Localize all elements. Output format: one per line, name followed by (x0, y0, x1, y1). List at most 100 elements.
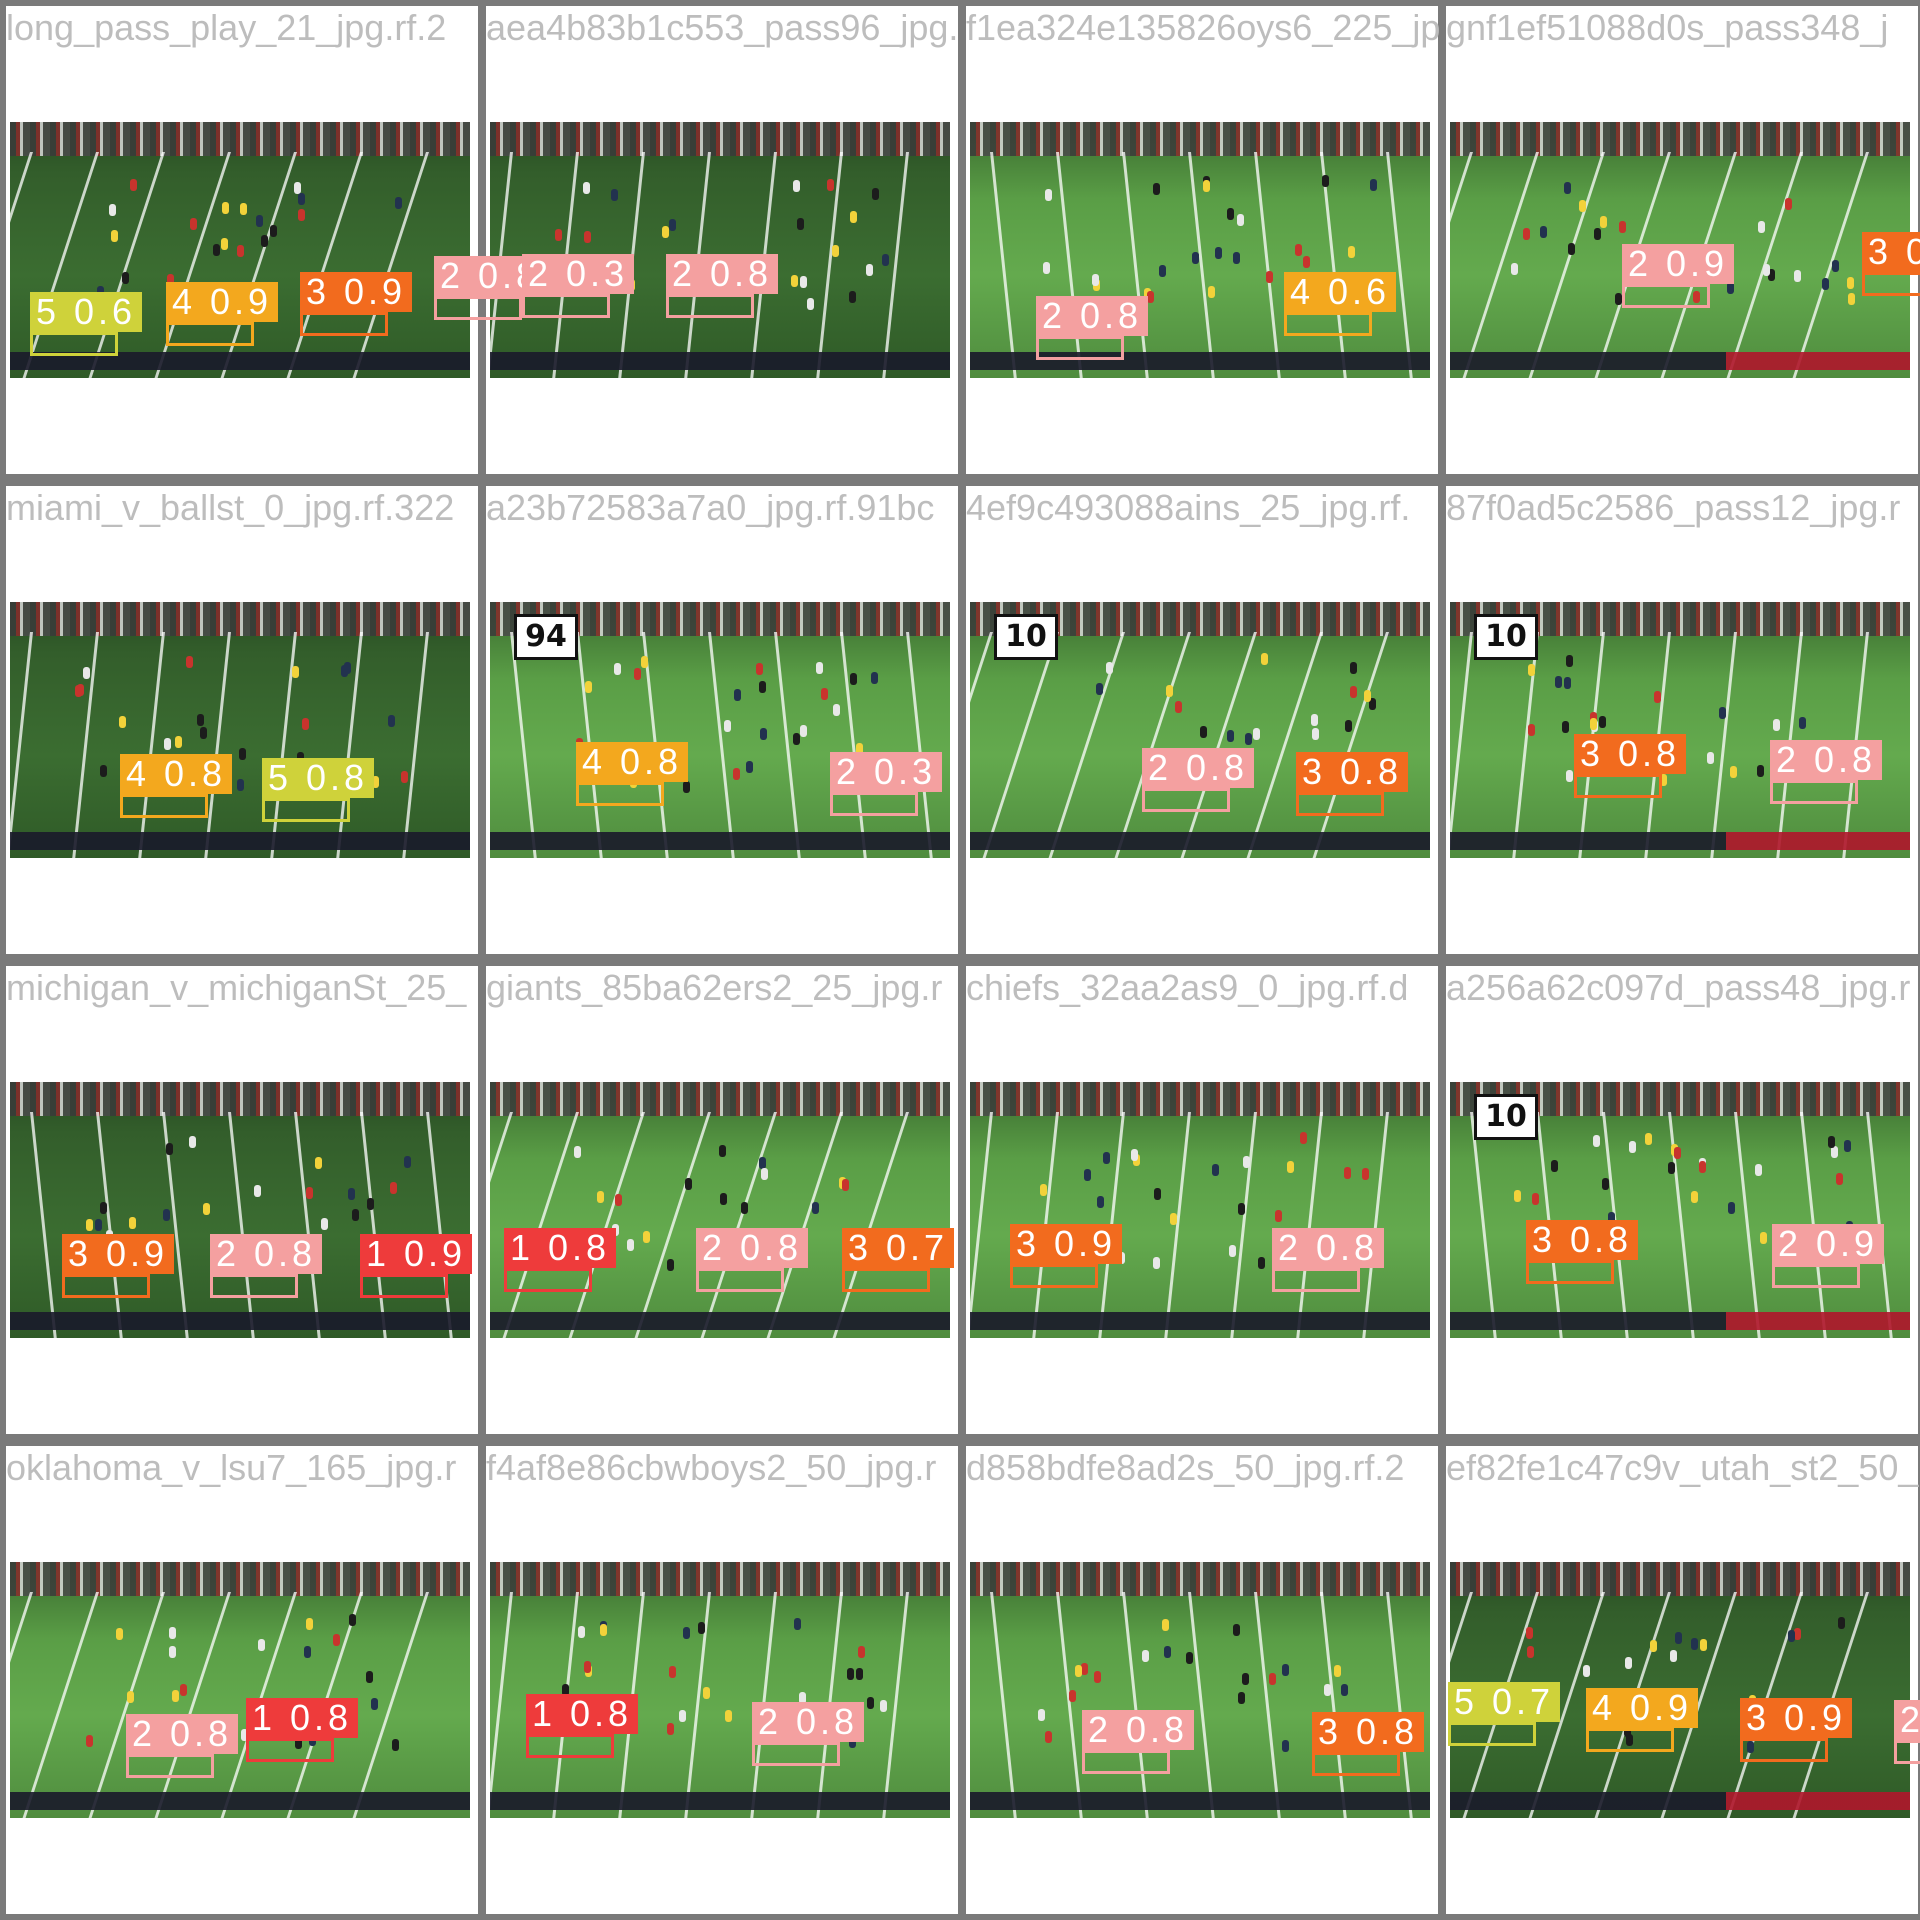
detection-label: 2 0.8 (1770, 740, 1883, 780)
player-figure (306, 1186, 314, 1199)
player-figure (1092, 273, 1100, 286)
mosaic-cell: chiefs_32aa2as9_0_jpg.rf.d 3 0.9 2 0.8 (960, 960, 1444, 1440)
mosaic-cell: 87f0ad5c2586_pass12_jpg.r 10 3 0.8 2 0.8 (1440, 480, 1920, 960)
player-figure (1598, 715, 1606, 728)
player-figure (682, 1626, 690, 1639)
detection-label: 3 0.8 (1574, 734, 1687, 774)
player-figure (1344, 1167, 1352, 1180)
player-figure (790, 274, 798, 287)
player-figure (1675, 1631, 1683, 1644)
player-figure (314, 1157, 322, 1170)
yard-line (1450, 632, 1473, 858)
yard-line (708, 632, 736, 858)
player-figure (1097, 1195, 1105, 1208)
player-figure (857, 1646, 865, 1659)
cell-filename-label: gnf1ef51088d0s_pass348_j (1446, 7, 1889, 48)
cell-filename-label: f1ea324e135826oys6_225_jp (966, 7, 1441, 48)
player-figure (1527, 724, 1535, 737)
football-frame-image (10, 1082, 470, 1338)
stadium-stands (10, 1082, 470, 1116)
yard-line (840, 632, 868, 858)
detection-bounding-box (246, 1738, 334, 1762)
player-figure (683, 780, 691, 793)
player-figure (733, 767, 741, 780)
player-figure (879, 1700, 887, 1713)
player-figure (1707, 751, 1715, 764)
player-figure (333, 1634, 340, 1647)
player-figure (1228, 1245, 1236, 1258)
player-figure (200, 727, 208, 740)
player-figure (236, 244, 244, 257)
player-figure (882, 254, 890, 267)
player-figure (832, 703, 840, 716)
player-figure (1600, 215, 1607, 228)
player-figure (1670, 1650, 1678, 1663)
detection-bounding-box (1770, 780, 1858, 804)
player-figure (1349, 686, 1357, 699)
yard-line (990, 152, 1018, 378)
down-number-badge: 10 (1474, 1094, 1538, 1140)
yard-line (510, 632, 538, 858)
player-figure (99, 765, 107, 778)
yard-line (774, 632, 802, 858)
mosaic-cell: giants_85ba62ers2_25_jpg.r 1 0.8 2 0.8 3 0.… (480, 960, 964, 1440)
player-figure (800, 276, 808, 289)
detection-label: 4 0.9 (166, 282, 279, 322)
mosaic-cell: f4af8e86cbwboys2_50_jpg.r 1 0.8 2 0.8 (480, 1440, 964, 1920)
player-figure (615, 1193, 623, 1206)
stadium-stands (10, 1562, 470, 1596)
player-figure (1170, 1212, 1178, 1225)
player-figure (100, 1202, 108, 1215)
detection-label: 2 0.8 (1082, 1710, 1195, 1750)
player-figure (1757, 221, 1765, 234)
player-figure (1075, 1664, 1083, 1677)
stadium-stands (490, 1562, 950, 1596)
mosaic-cell: d858bdfe8ad2s_50_jpg.rf.2 2 0.8 3 0.8 (960, 1440, 1444, 1920)
player-figure (85, 1735, 93, 1748)
player-figure (1759, 1231, 1767, 1244)
detection-bounding-box (1740, 1738, 1828, 1762)
player-figure (1532, 1193, 1540, 1206)
player-figure (1523, 227, 1531, 240)
broadcast-scorebar (970, 832, 1430, 850)
player-figure (1238, 1692, 1246, 1705)
player-figure (388, 714, 396, 727)
player-figure (793, 1618, 801, 1631)
player-figure (1562, 720, 1570, 733)
detection-bounding-box (1010, 1264, 1098, 1288)
detection-bounding-box (126, 1754, 214, 1778)
player-figure (793, 732, 801, 745)
detection-bounding-box (1772, 1264, 1860, 1288)
player-figure (77, 683, 85, 696)
yard-line (990, 1592, 1018, 1818)
detection-label: 2 (1894, 1700, 1920, 1740)
football-frame-image: 10 (1450, 602, 1910, 858)
cell-filename-label: f4af8e86cbwboys2_50_jpg.r (486, 1447, 937, 1488)
detection-label: 1 0.8 (504, 1228, 617, 1268)
player-figure (126, 1691, 134, 1704)
player-figure (1540, 225, 1548, 238)
football-frame-image (970, 1562, 1430, 1818)
player-figure (390, 1181, 398, 1194)
broadcast-scorebar (1450, 1312, 1910, 1330)
yard-line (699, 1112, 777, 1338)
player-figure (759, 1156, 767, 1169)
player-figure (303, 1646, 311, 1659)
player-figure (1618, 220, 1626, 233)
player-figure (129, 178, 137, 191)
player-figure (236, 779, 244, 792)
yard-line (426, 1112, 454, 1338)
player-figure (1287, 1160, 1295, 1173)
player-figure (1153, 1257, 1161, 1270)
player-figure (583, 182, 590, 195)
detection-label: 1 0.8 (526, 1694, 639, 1734)
detection-label: 2 0.8 (1036, 296, 1149, 336)
player-figure (866, 263, 874, 276)
detection-label: 2 0.8 (696, 1228, 809, 1268)
broadcast-scorebar (490, 1312, 950, 1330)
mosaic-cell: ef82fe1c47c9v_utah_st2_50_ 5 0.7 4 0.9 3 0.… (1440, 1440, 1920, 1920)
yard-line (501, 1112, 579, 1338)
player-figure (761, 1168, 769, 1181)
detection-label: 1 0.9 (360, 1234, 473, 1274)
detection-bounding-box (1862, 272, 1920, 296)
